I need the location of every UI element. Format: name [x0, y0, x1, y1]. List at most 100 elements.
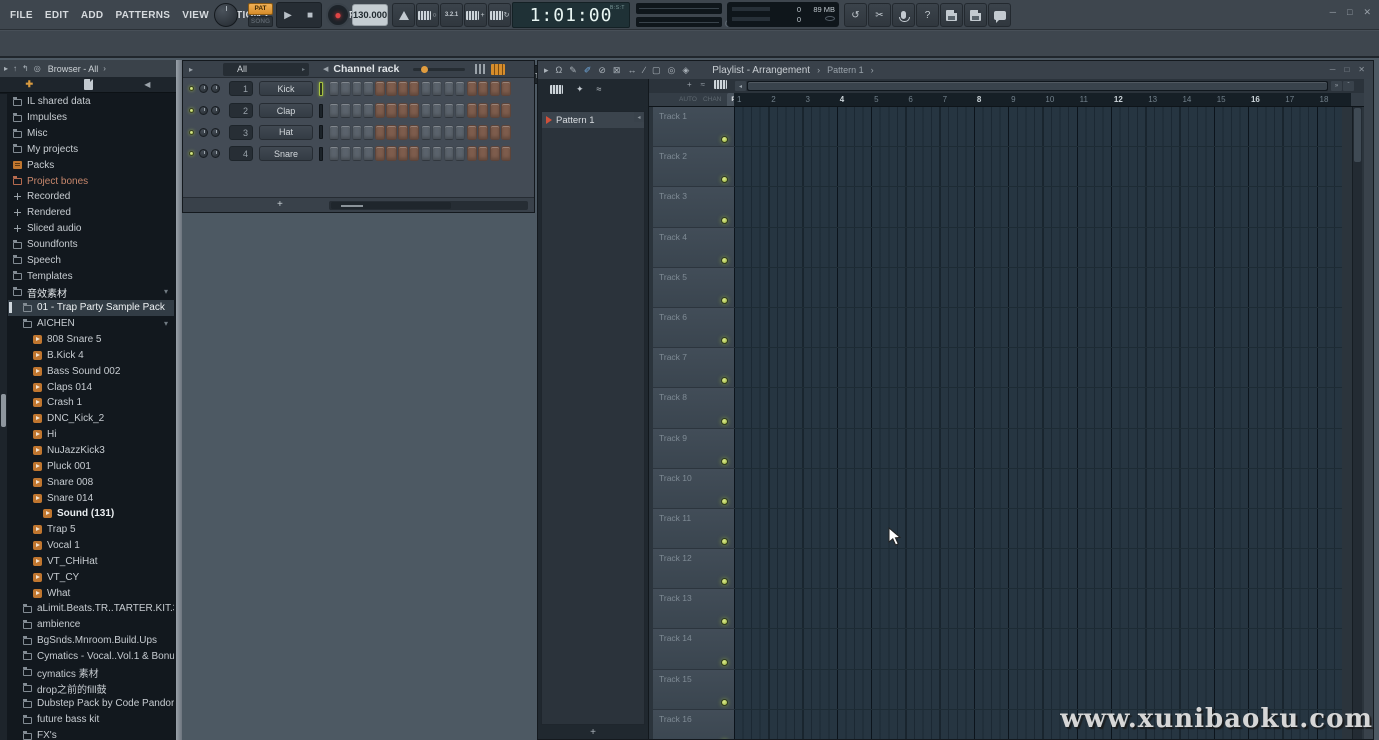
slice-tool-icon[interactable]: ∕ — [643, 65, 645, 75]
snap-magnet-icon[interactable]: Ω — [556, 65, 563, 75]
browser-item[interactable]: Impulses — [8, 110, 174, 126]
track-led[interactable] — [721, 257, 728, 264]
menu-item[interactable]: VIEW — [176, 10, 215, 21]
browser-item[interactable]: BgSnds.Mnroom.Build.Ups — [8, 633, 174, 649]
browser-item[interactable]: Sliced audio — [8, 221, 174, 237]
browser-item[interactable]: B.Kick 4 — [8, 348, 174, 364]
browser-item[interactable]: Templates — [8, 268, 174, 284]
step-cell[interactable] — [340, 81, 350, 96]
track-grid[interactable] — [734, 228, 1342, 268]
step-cell[interactable] — [386, 103, 396, 118]
track-led[interactable] — [721, 418, 728, 425]
browser-item[interactable]: Speech — [8, 252, 174, 268]
rack-volume-handle[interactable] — [421, 66, 428, 73]
channel-button[interactable]: Snare — [259, 146, 313, 161]
track-header[interactable]: Track 14 — [653, 629, 734, 669]
collapse-icon[interactable]: ▸ — [189, 65, 193, 74]
step-cell[interactable] — [363, 125, 373, 140]
step-cell[interactable] — [329, 125, 339, 140]
metronome-button[interactable] — [392, 3, 415, 27]
step-cell[interactable] — [467, 103, 477, 118]
channel-button[interactable]: Kick — [259, 81, 313, 96]
step-cell[interactable] — [478, 103, 488, 118]
track-led[interactable] — [721, 297, 728, 304]
browser-breadcrumb[interactable]: Browser - All — [48, 64, 99, 74]
countdown-button[interactable]: 3.2.1 — [440, 3, 463, 27]
browser-item[interactable]: 01 - Trap Party Sample Pack — [8, 300, 174, 316]
step-cell[interactable] — [455, 81, 465, 96]
track-header[interactable]: Track 7 — [653, 348, 734, 388]
menu-item[interactable]: EDIT — [39, 10, 75, 21]
track-led[interactable] — [721, 337, 728, 344]
volume-knob[interactable] — [211, 128, 220, 137]
main-volume-knob[interactable] — [214, 3, 238, 27]
track-grid[interactable] — [734, 187, 1342, 227]
track-led[interactable] — [721, 377, 728, 384]
chat-button[interactable] — [988, 3, 1011, 27]
step-cell[interactable] — [478, 146, 488, 161]
browser-item[interactable]: Soundfonts — [8, 237, 174, 253]
select-tool-icon[interactable]: ▢ — [652, 65, 661, 76]
browser-item[interactable]: NuJazzKick3 — [8, 443, 174, 459]
step-cell[interactable] — [352, 103, 362, 118]
step-grid-icon[interactable] — [491, 64, 505, 75]
pat-song-switch[interactable]: PAT SONG — [248, 3, 273, 27]
step-cell[interactable] — [375, 146, 385, 161]
playback-tool-icon[interactable]: ◈ — [682, 65, 689, 76]
step-cell[interactable] — [375, 125, 385, 140]
scroll-right-button[interactable]: » — [1331, 81, 1342, 91]
channel-filter-selector[interactable]: All ▸ — [223, 63, 309, 76]
step-cell[interactable] — [490, 81, 500, 96]
maximize-button[interactable]: □ — [1347, 7, 1352, 18]
step-cell[interactable] — [501, 81, 511, 96]
menu-item[interactable]: FILE — [4, 10, 39, 21]
step-cell[interactable] — [478, 81, 488, 96]
channel-led[interactable] — [189, 108, 194, 113]
audio-tab-icon[interactable]: ✦ — [576, 84, 584, 95]
step-cell[interactable] — [409, 81, 419, 96]
step-cell[interactable] — [363, 146, 373, 161]
add-marker-icon[interactable]: + — [687, 80, 692, 89]
browser-up-icon[interactable]: ↑ — [13, 64, 17, 73]
browser-item[interactable]: Hi — [8, 427, 174, 443]
minimize-button[interactable]: ─ — [1330, 7, 1336, 18]
timeline-ruler[interactable]: AUTO CHAN PAT 12345678910111213141516171… — [649, 93, 1364, 107]
step-cell[interactable] — [340, 125, 350, 140]
track-led[interactable] — [721, 618, 728, 625]
channel-select-indicator[interactable] — [319, 125, 323, 139]
loop-record-button[interactable]: ↻ — [488, 3, 511, 27]
step-cell[interactable] — [363, 81, 373, 96]
browser-item[interactable]: Project bones — [8, 173, 174, 189]
step-cell[interactable] — [432, 103, 442, 118]
vertical-scrollbar[interactable] — [1352, 107, 1362, 739]
track-led[interactable] — [721, 538, 728, 545]
browser-search-icon[interactable]: ◎ — [34, 64, 41, 73]
browser-scroll-handle[interactable] — [1, 394, 6, 427]
vertical-scroll-handle[interactable] — [1354, 108, 1361, 162]
channel-select-indicator[interactable] — [319, 104, 323, 118]
track-led[interactable] — [721, 699, 728, 706]
step-cell[interactable] — [340, 146, 350, 161]
step-cell[interactable] — [409, 103, 419, 118]
step-cell[interactable] — [386, 146, 396, 161]
step-cell[interactable] — [352, 125, 362, 140]
browser-item[interactable]: aLimit.Beats.TR..TARTER.KIT.3.WAV — [8, 601, 174, 617]
step-cell[interactable] — [421, 125, 431, 140]
close-button[interactable]: ✕ — [1363, 7, 1371, 18]
step-cell[interactable] — [375, 81, 385, 96]
step-cell[interactable] — [398, 146, 408, 161]
pan-knob[interactable] — [199, 106, 208, 115]
track-header[interactable]: Track 11 — [653, 509, 734, 549]
channel-select-indicator[interactable] — [319, 82, 323, 96]
slip-tool-icon[interactable]: ↔ — [627, 65, 636, 75]
track-led[interactable] — [721, 578, 728, 585]
step-cell[interactable] — [421, 81, 431, 96]
track-led[interactable] — [721, 458, 728, 465]
step-cell[interactable] — [398, 81, 408, 96]
browser-item[interactable]: 音效素材 — [8, 284, 174, 300]
channel-number-display[interactable]: 1 — [229, 81, 253, 96]
maximize-button[interactable]: □ — [1344, 65, 1349, 74]
track-led[interactable] — [721, 659, 728, 666]
step-cell[interactable] — [352, 81, 362, 96]
browser-item[interactable]: Cymatics - Vocal..Vol.1 & Bonuses — [8, 649, 174, 665]
